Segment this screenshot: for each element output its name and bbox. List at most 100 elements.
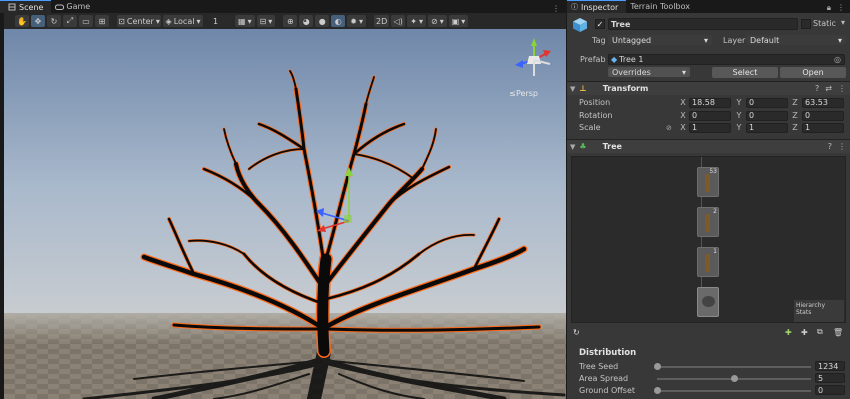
shaded-icon[interactable]: ● bbox=[315, 15, 330, 27]
scale-tool-icon[interactable]: ⤢ bbox=[63, 15, 77, 27]
tree-component-title: Tree bbox=[602, 142, 622, 151]
object-name-field[interactable]: Tree bbox=[608, 18, 798, 30]
tag-dropdown[interactable]: Untagged ▾ bbox=[608, 35, 712, 45]
static-label: Static bbox=[813, 19, 836, 28]
active-checkbox[interactable]: ✓ bbox=[595, 19, 605, 29]
snap-value-field[interactable]: 1 bbox=[211, 15, 233, 27]
rect-tool-icon[interactable]: ▭ bbox=[79, 15, 93, 27]
transform-x-field[interactable]: 1 bbox=[689, 122, 731, 133]
grid-snap-dropdown[interactable]: ▦ ▾ bbox=[235, 15, 255, 27]
transform-x-field[interactable]: 18.58 bbox=[689, 97, 731, 108]
slider-value-field[interactable]: 1234 bbox=[815, 361, 845, 371]
projection-label[interactable]: Persp bbox=[516, 89, 538, 98]
slider-value-field[interactable]: 5 bbox=[815, 373, 845, 383]
foldout-arrow-icon[interactable]: ▼ bbox=[570, 143, 575, 151]
effects-dropdown[interactable]: ✦ ▾ bbox=[407, 15, 426, 27]
layer-value: Default bbox=[750, 35, 780, 45]
axis-y-label: Y bbox=[736, 111, 742, 120]
component-menu-icon[interactable]: ⋮ bbox=[838, 142, 846, 151]
slider-value-field[interactable]: 0 bbox=[815, 385, 845, 395]
camera-icon: ▣ bbox=[451, 16, 460, 26]
slider-knob[interactable] bbox=[654, 387, 661, 394]
pivot-center-dropdown[interactable]: ⊡ Center ▾ bbox=[117, 15, 161, 27]
transform-z-field[interactable]: 0 bbox=[802, 110, 844, 121]
tree-node-leaves[interactable]: 53 bbox=[697, 167, 719, 197]
duplicate-node-icon[interactable]: ⧉ bbox=[817, 327, 823, 337]
slider-track[interactable] bbox=[657, 390, 811, 392]
hand-tool-icon[interactable]: ✋ bbox=[15, 15, 29, 27]
draw-mode-icon[interactable]: ◐ bbox=[331, 15, 346, 27]
preset-icon[interactable]: ⇄ bbox=[825, 84, 832, 93]
chevron-down-icon: ▾ bbox=[268, 16, 273, 26]
sphere-shading-icon[interactable]: ◕ bbox=[299, 15, 314, 27]
scene-viewport[interactable]: Persp ≤ bbox=[4, 29, 566, 399]
tab-inspector[interactable]: ⓘ Inspector bbox=[567, 0, 627, 13]
node-badge: 53 bbox=[709, 168, 717, 175]
transform-y-field[interactable]: 0 bbox=[746, 97, 788, 108]
axis-z-label: Z bbox=[792, 98, 798, 107]
help-icon[interactable]: ? bbox=[828, 142, 832, 151]
delete-node-icon[interactable]: 🗑︎ bbox=[833, 328, 843, 337]
component-menu-icon[interactable]: ⋮ bbox=[838, 84, 846, 93]
gameobject-cube-icon bbox=[572, 17, 588, 33]
tab-scene[interactable]: Scene bbox=[0, 0, 52, 13]
tree-node-trunk[interactable]: 1 bbox=[697, 247, 719, 277]
tree-node-branch-2[interactable]: 2 bbox=[697, 207, 719, 237]
inspector-menu-icon[interactable]: ⋮ bbox=[837, 3, 845, 13]
transform-z-field[interactable]: 63.53 bbox=[802, 97, 844, 108]
tree-hierarchy-view[interactable]: 53 2 1 Hierarchy Stats bbox=[571, 156, 846, 323]
slider-track[interactable] bbox=[657, 366, 811, 368]
open-button[interactable]: Open bbox=[780, 66, 846, 78]
tree-root-node[interactable] bbox=[697, 287, 719, 317]
scene-toolbar: ✋ ✥ ↻ ⤢ ▭ ⊞ ⊡ Center ▾ ◈ Local ▾ 1 ▦ ▾ ⊟ ▾ ⊕ ◕… bbox=[4, 13, 566, 29]
unity-editor: { "scene_panel": { "tabs": [{"label":"Sc… bbox=[0, 0, 850, 399]
chevron-down-icon: ▾ bbox=[461, 16, 466, 26]
global-gizmo-icon[interactable]: ⊕ bbox=[283, 15, 298, 27]
layer-dropdown[interactable]: Default ▾ bbox=[746, 35, 846, 45]
transform-header[interactable]: ▼ ⊥ Transform ? ⇄ ⋮ bbox=[567, 81, 850, 95]
audio-icon[interactable]: ◁) bbox=[391, 15, 406, 27]
object-picker-icon[interactable]: ◎ bbox=[834, 55, 841, 64]
prefab-field[interactable]: ◆ Tree 1 ◎ bbox=[608, 53, 845, 65]
overrides-dropdown[interactable]: Overrides ▾ bbox=[608, 67, 690, 77]
static-checkbox[interactable] bbox=[801, 19, 811, 29]
static-dropdown-icon[interactable]: ▾ bbox=[841, 18, 845, 27]
axis-x-label: X bbox=[680, 123, 686, 132]
help-icon[interactable]: ? bbox=[815, 84, 819, 93]
camera-dropdown[interactable]: ▣ ▾ bbox=[448, 15, 469, 27]
add-leaf-group-icon[interactable]: ✚ bbox=[785, 328, 792, 337]
slider-knob[interactable] bbox=[731, 375, 738, 382]
lighting-dropdown[interactable]: ✹ ▾ bbox=[347, 15, 367, 27]
layer-label: Layer bbox=[723, 35, 746, 45]
transform-tool-icon[interactable]: ⊞ bbox=[95, 15, 109, 27]
tab-inspector-label: Inspector bbox=[581, 2, 619, 12]
tab-game[interactable]: Game bbox=[51, 0, 98, 13]
axis-x-label: X bbox=[680, 111, 686, 120]
add-branch-group-icon[interactable]: ✚ bbox=[801, 328, 808, 337]
foldout-arrow-icon[interactable]: ▼ bbox=[570, 85, 575, 93]
lock-icon[interactable]: 🔒︎ bbox=[827, 3, 831, 13]
scene-icon bbox=[8, 3, 16, 11]
toggle-2d-button[interactable]: 2D bbox=[374, 15, 390, 27]
chevron-down-icon: ▾ bbox=[837, 35, 842, 45]
select-button[interactable]: Select bbox=[712, 66, 778, 78]
slider-row: Ground Offset 0 bbox=[567, 384, 850, 396]
transform-z-field[interactable]: 1 bbox=[802, 122, 844, 133]
transform-row-scale: Scale ⊘ X 1 Y 1 Z 1 bbox=[567, 122, 850, 133]
constrain-proportions-icon[interactable]: ⊘ bbox=[666, 124, 672, 132]
transform-y-field[interactable]: 1 bbox=[746, 122, 788, 133]
scene-menu-icon[interactable]: ⋮ bbox=[552, 4, 566, 13]
inspector-tab-bar: ⓘ Inspector Terrain Toolbox 🔒︎ ⋮ bbox=[567, 0, 850, 13]
space-local-dropdown[interactable]: ◈ Local ▾ bbox=[163, 15, 203, 27]
move-tool-icon[interactable]: ✥ bbox=[31, 15, 45, 27]
refresh-icon[interactable]: ↻ bbox=[573, 328, 580, 337]
slider-knob[interactable] bbox=[654, 363, 661, 370]
scene-render: Persp ≤ bbox=[4, 29, 566, 399]
increment-snap-dropdown[interactable]: ⊟ ▾ bbox=[256, 15, 276, 27]
tab-terrain-toolbox[interactable]: Terrain Toolbox bbox=[626, 0, 698, 13]
transform-x-field[interactable]: 0 bbox=[689, 110, 731, 121]
hidden-objects-dropdown[interactable]: ⊘ ▾ bbox=[427, 15, 447, 27]
tree-component-header[interactable]: ▼ ♣ Tree ? ⋮ bbox=[567, 139, 850, 153]
rotate-tool-icon[interactable]: ↻ bbox=[47, 15, 61, 27]
transform-y-field[interactable]: 0 bbox=[746, 110, 788, 121]
